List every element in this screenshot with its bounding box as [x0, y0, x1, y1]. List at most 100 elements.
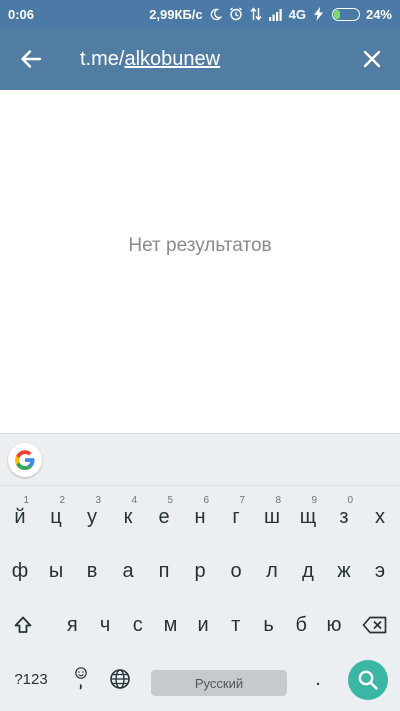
- key-д[interactable]: д: [290, 544, 326, 598]
- key-hint: 4: [131, 495, 137, 506]
- query-prefix: t.me/: [80, 47, 125, 70]
- key-н[interactable]: н6: [182, 490, 218, 544]
- key-ж[interactable]: ж: [326, 544, 362, 598]
- key-ш[interactable]: ш8: [254, 490, 290, 544]
- key-label: г: [232, 505, 240, 528]
- keyboard: й1ц2у3к4е5н6г7ш8щ9з0х фывапролджэ ячсмит…: [0, 433, 400, 711]
- key-ь[interactable]: ь: [252, 598, 285, 652]
- network-type: 4G: [288, 6, 306, 22]
- back-button[interactable]: [0, 28, 62, 90]
- key-hint: 2: [59, 495, 65, 506]
- key-label: ю: [326, 613, 342, 636]
- key-label: ц: [50, 505, 62, 528]
- shift-key[interactable]: [0, 598, 46, 652]
- battery-indicator: [331, 7, 360, 21]
- status-bar: 0:06 2,99КБ/с 4G 24%: [0, 0, 400, 28]
- key-label: я: [66, 613, 78, 636]
- keyboard-row-3: ячсмитьбю: [0, 598, 400, 652]
- key-и[interactable]: и: [187, 598, 220, 652]
- key-ч[interactable]: ч: [89, 598, 122, 652]
- key-hint: 6: [203, 495, 209, 506]
- key-label: ж: [337, 559, 351, 582]
- key-hint: 3: [95, 495, 101, 506]
- key-в[interactable]: в: [74, 544, 110, 598]
- arrow-left-icon: [21, 50, 42, 68]
- key-я[interactable]: я: [56, 598, 89, 652]
- keyboard-row-1: й1ц2у3к4е5н6г7ш8щ9з0х: [0, 490, 400, 544]
- charging-icon: [312, 7, 326, 21]
- empty-results-text: Нет результатов: [128, 235, 272, 256]
- globe-icon: [110, 669, 130, 689]
- network-speed: 2,99КБ/с: [149, 6, 203, 22]
- search-icon: [358, 670, 378, 690]
- key-г[interactable]: г7: [218, 490, 254, 544]
- close-icon: [363, 50, 381, 68]
- emoji-icon: [75, 667, 87, 690]
- key-з[interactable]: з0: [326, 490, 362, 544]
- key-ц[interactable]: ц2: [38, 490, 74, 544]
- key-м[interactable]: м: [154, 598, 187, 652]
- key-й[interactable]: й1: [2, 490, 38, 544]
- signal-icon: [268, 7, 283, 21]
- moon-icon: [209, 7, 223, 21]
- google-search-button[interactable]: [8, 442, 42, 477]
- backspace-key[interactable]: [350, 598, 400, 652]
- key-ы[interactable]: ы: [38, 544, 74, 598]
- status-time: 0:06: [8, 6, 35, 22]
- key-у[interactable]: у3: [74, 490, 110, 544]
- key-п[interactable]: п: [146, 544, 182, 598]
- key-label: л: [266, 559, 278, 582]
- key-с[interactable]: с: [121, 598, 154, 652]
- key-label: у: [87, 505, 97, 528]
- data-transfer-icon: [249, 7, 263, 21]
- key-т[interactable]: т: [220, 598, 253, 652]
- key-label: в: [86, 559, 98, 582]
- key-label: е: [158, 505, 170, 528]
- key-hint: 8: [275, 495, 281, 506]
- space-bar[interactable]: Русский: [151, 670, 287, 696]
- key-label: т: [231, 613, 241, 636]
- status-right: 2,99КБ/с 4G 24%: [149, 7, 392, 22]
- period-key[interactable]: .: [300, 652, 336, 706]
- language-key[interactable]: [100, 652, 140, 706]
- key-label: з: [339, 505, 349, 528]
- key-label: ф: [11, 559, 29, 582]
- key-label: й: [14, 505, 26, 528]
- key-label: п: [158, 559, 170, 582]
- key-ю[interactable]: ю: [318, 598, 351, 652]
- key-label: с: [132, 613, 143, 636]
- key-э[interactable]: э: [362, 544, 398, 598]
- key-к[interactable]: к4: [110, 490, 146, 544]
- key-ф[interactable]: ф: [2, 544, 38, 598]
- key-label: а: [122, 559, 134, 582]
- key-а[interactable]: а: [110, 544, 146, 598]
- emoji-key[interactable]: [62, 652, 100, 706]
- key-label: ы: [48, 559, 64, 582]
- key-hint: 9: [311, 495, 317, 506]
- key-label: б: [295, 613, 307, 636]
- key-label: о: [230, 559, 242, 582]
- search-action-button[interactable]: [348, 660, 388, 700]
- search-input[interactable]: t.me/alkobunew: [62, 48, 344, 71]
- key-л[interactable]: л: [254, 544, 290, 598]
- key-е[interactable]: е5: [146, 490, 182, 544]
- alarm-icon: [229, 7, 243, 21]
- key-hint: 5: [167, 495, 173, 506]
- clear-search-button[interactable]: [344, 28, 400, 90]
- key-б[interactable]: б: [285, 598, 318, 652]
- symbols-key[interactable]: ?123: [0, 652, 62, 706]
- key-р[interactable]: р: [182, 544, 218, 598]
- key-label: х: [375, 505, 385, 528]
- key-hint: 7: [239, 495, 245, 506]
- key-х[interactable]: х: [362, 490, 398, 544]
- results-area: Нет результатов: [0, 90, 400, 433]
- key-label: м: [163, 613, 178, 636]
- query-link: alkobunew: [124, 47, 221, 70]
- key-щ[interactable]: щ9: [290, 490, 326, 544]
- key-label: щ: [299, 505, 317, 528]
- key-о[interactable]: о: [218, 544, 254, 598]
- key-label: ш: [263, 505, 281, 528]
- key-hint: 1: [23, 495, 29, 506]
- key-label: к: [123, 505, 133, 528]
- search-bar: t.me/alkobunew: [0, 28, 400, 90]
